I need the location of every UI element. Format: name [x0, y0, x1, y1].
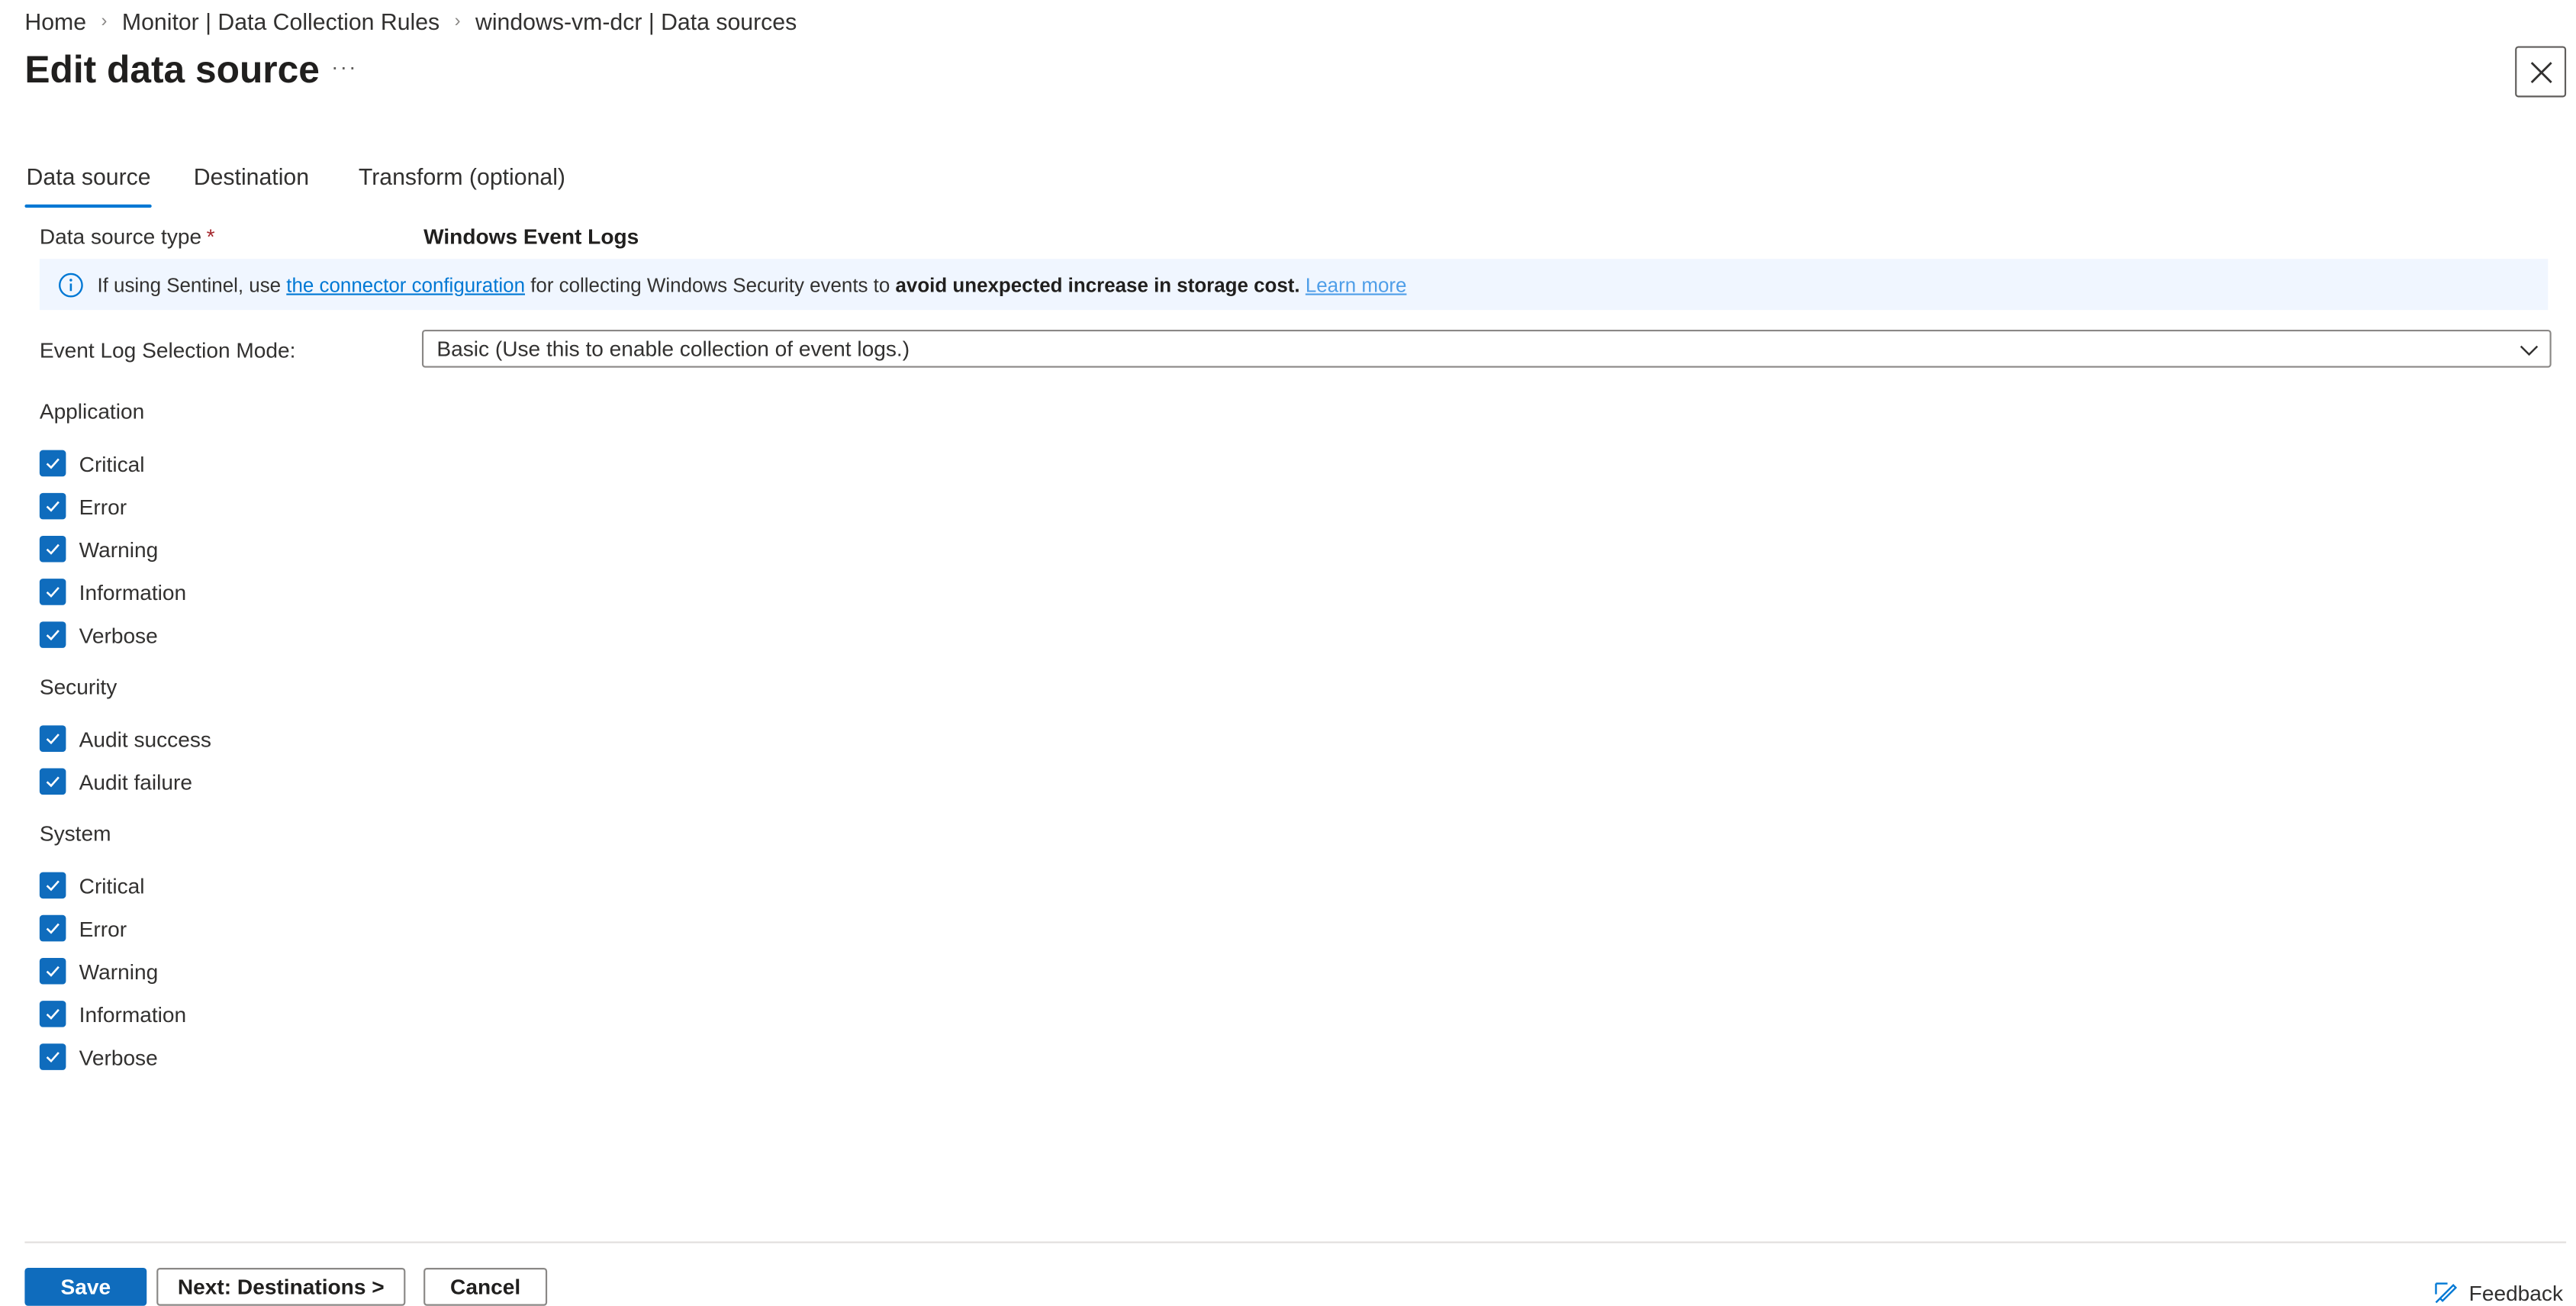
checkbox-label: Error — [79, 493, 127, 519]
required-marker: * — [206, 224, 215, 250]
checkbox-checked[interactable] — [39, 1043, 66, 1070]
event-log-mode-value: Basic (Use this to enable collection of … — [436, 336, 910, 362]
breadcrumb-home[interactable]: Home — [24, 8, 86, 35]
event-log-mode-dropdown[interactable]: Basic (Use this to enable collection of … — [421, 330, 2552, 368]
data-source-type-label: Data source type * — [40, 224, 215, 249]
connector-configuration-link[interactable]: the connector configuration — [286, 272, 525, 295]
checkbox-label: Warning — [79, 959, 159, 984]
section-title-system: System — [39, 821, 111, 846]
checkbox-checked[interactable] — [39, 450, 66, 477]
checkbox-checked[interactable] — [39, 914, 66, 942]
checkmark-icon — [46, 1052, 60, 1063]
cancel-button[interactable]: Cancel — [423, 1268, 548, 1306]
checkmark-icon — [46, 458, 60, 469]
checkbox-system-critical[interactable]: Critical — [39, 870, 145, 900]
checkbox-label: Information — [79, 579, 187, 605]
checkbox-application-information[interactable]: Information — [39, 577, 187, 607]
checkbox-application-error[interactable]: Error — [39, 492, 127, 521]
checkbox-system-error[interactable]: Error — [39, 914, 127, 943]
checkbox-label: Critical — [79, 450, 145, 476]
next-destinations-button[interactable]: Next: Destinations > — [156, 1268, 406, 1306]
checkmark-icon — [46, 734, 60, 745]
checkmark-icon — [46, 880, 60, 892]
checkmark-icon — [46, 966, 60, 977]
checkbox-label: Audit success — [79, 726, 211, 751]
page-title: Edit data source — [24, 47, 320, 91]
chevron-down-icon — [2520, 345, 2539, 356]
data-source-type-label-text: Data source type — [39, 224, 202, 250]
checkbox-checked[interactable] — [39, 579, 66, 605]
feedback-button[interactable]: Feedback — [2433, 1279, 2563, 1306]
checkbox-label: Information — [79, 1001, 187, 1027]
more-icon[interactable]: ··· — [330, 51, 359, 84]
tab-bar: Data source Destination Transform (optio… — [24, 162, 565, 208]
checkbox-label: Verbose — [79, 1044, 158, 1069]
checkmark-icon — [46, 923, 60, 934]
checkmark-icon — [46, 776, 60, 788]
footer-divider — [24, 1241, 2567, 1243]
checkbox-application-verbose[interactable]: Verbose — [39, 620, 158, 650]
banner-text-bold: avoid unexpected increase in storage cos… — [895, 272, 1300, 296]
chevron-right-icon: › — [101, 11, 108, 32]
checkmark-icon — [46, 586, 60, 598]
tab-destination[interactable]: Destination — [194, 162, 309, 205]
checkbox-system-verbose[interactable]: Verbose — [39, 1042, 158, 1072]
close-button[interactable] — [2515, 46, 2567, 98]
checkbox-security-audit-failure[interactable]: Audit failure — [39, 766, 192, 796]
learn-more-link[interactable]: Learn more — [1306, 272, 1407, 295]
feedback-label: Feedback — [2468, 1280, 2564, 1305]
checkmark-icon — [46, 1008, 60, 1020]
event-log-mode-label: Event Log Selection Mode: — [39, 337, 296, 363]
checkbox-checked[interactable] — [39, 768, 66, 795]
checkbox-label: Verbose — [79, 622, 158, 647]
checkbox-label: Warning — [79, 537, 159, 562]
tab-transform[interactable]: Transform (optional) — [359, 162, 565, 205]
banner-text-prefix: If using Sentinel, use — [97, 272, 282, 296]
info-banner: If using Sentinel, use the connector con… — [39, 259, 2549, 311]
checkbox-security-audit-success[interactable]: Audit success — [39, 724, 211, 753]
checkmark-icon — [46, 543, 60, 555]
checkbox-checked[interactable] — [39, 725, 66, 752]
checkbox-checked[interactable] — [39, 621, 66, 648]
breadcrumb-monitor-dcr[interactable]: Monitor | Data Collection Rules — [122, 8, 440, 35]
chevron-right-icon: › — [454, 11, 461, 32]
breadcrumb-dcr-data-sources[interactable]: windows-vm-dcr | Data sources — [475, 8, 797, 35]
checkbox-label: Error — [79, 915, 127, 941]
checkbox-checked[interactable] — [39, 536, 66, 563]
checkbox-system-warning[interactable]: Warning — [39, 956, 159, 986]
checkmark-icon — [46, 501, 60, 512]
save-button[interactable]: Save — [24, 1268, 147, 1306]
tab-data-source[interactable]: Data source — [24, 162, 153, 208]
section-title-application: Application — [39, 398, 145, 424]
checkbox-checked[interactable] — [39, 872, 66, 899]
info-icon — [59, 272, 83, 297]
close-icon — [2529, 61, 2552, 82]
breadcrumb: Home › Monitor | Data Collection Rules ›… — [24, 7, 797, 37]
checkbox-application-warning[interactable]: Warning — [39, 534, 159, 564]
checkbox-application-critical[interactable]: Critical — [39, 449, 145, 479]
feedback-icon — [2435, 1282, 2458, 1304]
checkbox-system-information[interactable]: Information — [39, 999, 187, 1029]
checkbox-label: Audit failure — [79, 769, 192, 795]
checkbox-label: Critical — [79, 872, 145, 898]
checkbox-checked[interactable] — [39, 957, 66, 985]
banner-text-middle: for collecting Windows Security events t… — [530, 272, 890, 296]
data-source-type-value: Windows Event Logs — [423, 224, 639, 250]
checkmark-icon — [46, 630, 60, 641]
checkbox-checked[interactable] — [39, 492, 66, 520]
checkbox-checked[interactable] — [39, 1001, 66, 1027]
section-title-security: Security — [39, 674, 118, 699]
